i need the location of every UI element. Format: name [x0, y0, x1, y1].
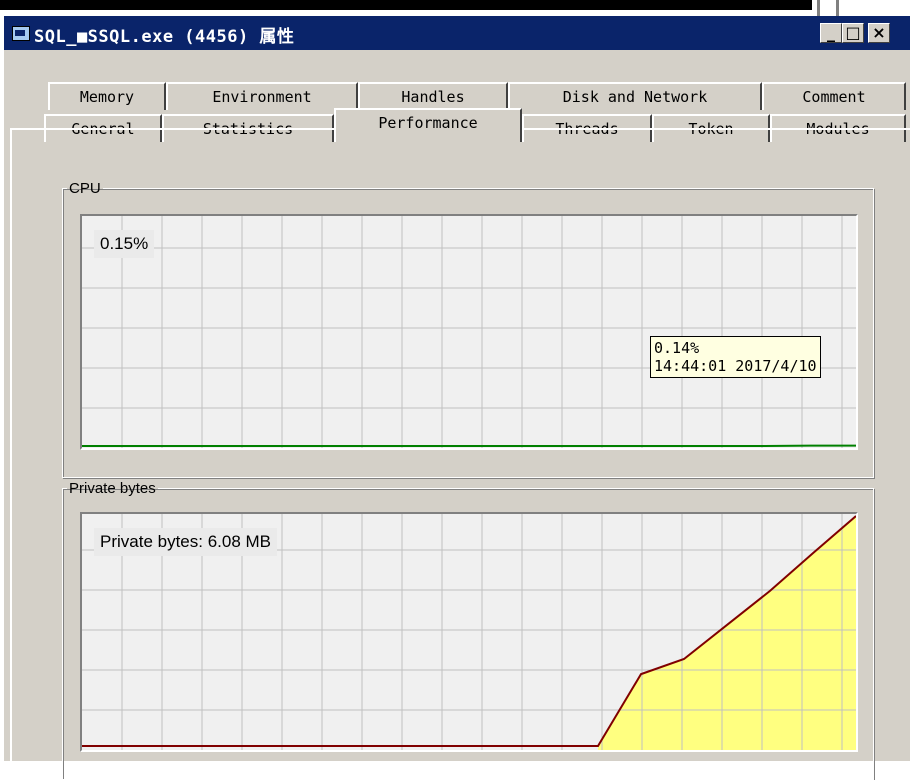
- private-bytes-group-label: Private bytes: [67, 480, 158, 497]
- close-button[interactable]: ×: [868, 23, 890, 43]
- title-bar[interactable]: SQL_■SSQL.exe (4456) 属性 _ □ ×: [4, 16, 910, 50]
- tooltip-value: 0.14%: [654, 339, 817, 357]
- cpu-graph[interactable]: 0.15%: [80, 214, 858, 450]
- cpu-group-label: CPU: [67, 180, 103, 197]
- private-bytes-graph[interactable]: Private bytes: 6.08 MB: [80, 512, 858, 752]
- tab-disk-and-network[interactable]: Disk and Network: [508, 82, 762, 110]
- tab-environment[interactable]: Environment: [166, 82, 358, 110]
- tab-performance[interactable]: Performance: [334, 108, 522, 142]
- maximize-icon: □: [845, 23, 860, 42]
- background-window-strip: [0, 0, 910, 16]
- private-bytes-area: [598, 516, 856, 750]
- maximize-button[interactable]: □: [842, 23, 864, 43]
- tab-handles[interactable]: Handles: [358, 82, 508, 110]
- minimize-button[interactable]: _: [820, 23, 842, 43]
- window-title: SQL_■SSQL.exe (4456) 属性: [34, 22, 294, 47]
- tab-memory[interactable]: Memory: [48, 82, 166, 110]
- window-icon[interactable]: [12, 26, 30, 41]
- close-icon: ×: [872, 23, 885, 42]
- tab-comment[interactable]: Comment: [762, 82, 906, 110]
- private-bytes-value-label: Private bytes: 6.08 MB: [94, 528, 277, 556]
- tooltip-timestamp: 14:44:01 2017/4/10: [654, 357, 817, 375]
- cpu-graph-canvas: [82, 216, 856, 448]
- minimize-icon: _: [827, 23, 835, 42]
- properties-window: SQL_■SSQL.exe (4456) 属性 _ □ × Memory Env…: [2, 16, 910, 761]
- graph-tooltip: 0.14% 14:44:01 2017/4/10: [650, 336, 821, 378]
- cpu-value-label: 0.15%: [94, 230, 154, 258]
